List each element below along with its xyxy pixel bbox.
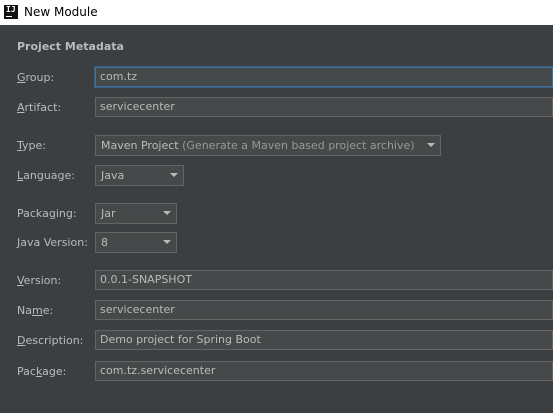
type-dropdown[interactable]: Maven Project (Generate a Maven based pr… (95, 135, 441, 156)
packaging-label: Packaging: (17, 207, 77, 220)
group-label: Group: (17, 71, 55, 84)
java-version-dropdown[interactable]: 8 (95, 232, 177, 253)
packaging-dropdown[interactable]: Jar (95, 203, 177, 224)
intellij-idea-icon: IJ (4, 5, 18, 19)
description-label: Description: (17, 334, 84, 347)
name-field[interactable]: servicecenter (95, 300, 553, 320)
artifact-field[interactable]: servicecenter (95, 97, 553, 117)
java-version-selected-value: 8 (101, 236, 108, 249)
version-label: Version: (17, 274, 62, 287)
type-label: Type: (17, 139, 46, 152)
language-selected-value: Java (101, 169, 125, 182)
chevron-down-icon (163, 240, 171, 244)
description-field[interactable]: Demo project for Spring Boot (95, 330, 553, 350)
window-title: New Module (24, 5, 98, 19)
chevron-down-icon (170, 173, 178, 177)
package-label: Package: (17, 365, 67, 378)
chevron-down-icon (427, 143, 435, 147)
packaging-selected-value: Jar (101, 207, 116, 220)
language-label: Language: (17, 169, 76, 182)
type-selected-value: Maven Project (101, 139, 179, 152)
title-bar: IJ New Module (0, 0, 553, 25)
type-hint: (Generate a Maven based project archive) (178, 139, 415, 152)
chevron-down-icon (163, 211, 171, 215)
java-version-label: Java Version: (17, 236, 88, 249)
name-label: Name: (17, 304, 54, 317)
group-field[interactable]: com.tz (95, 67, 553, 87)
language-dropdown[interactable]: Java (95, 165, 184, 186)
artifact-label: Artifact: (17, 101, 62, 114)
section-title: Project Metadata (17, 40, 124, 53)
version-field[interactable]: 0.0.1-SNAPSHOT (95, 270, 553, 290)
package-field[interactable]: com.tz.servicecenter (95, 361, 553, 381)
